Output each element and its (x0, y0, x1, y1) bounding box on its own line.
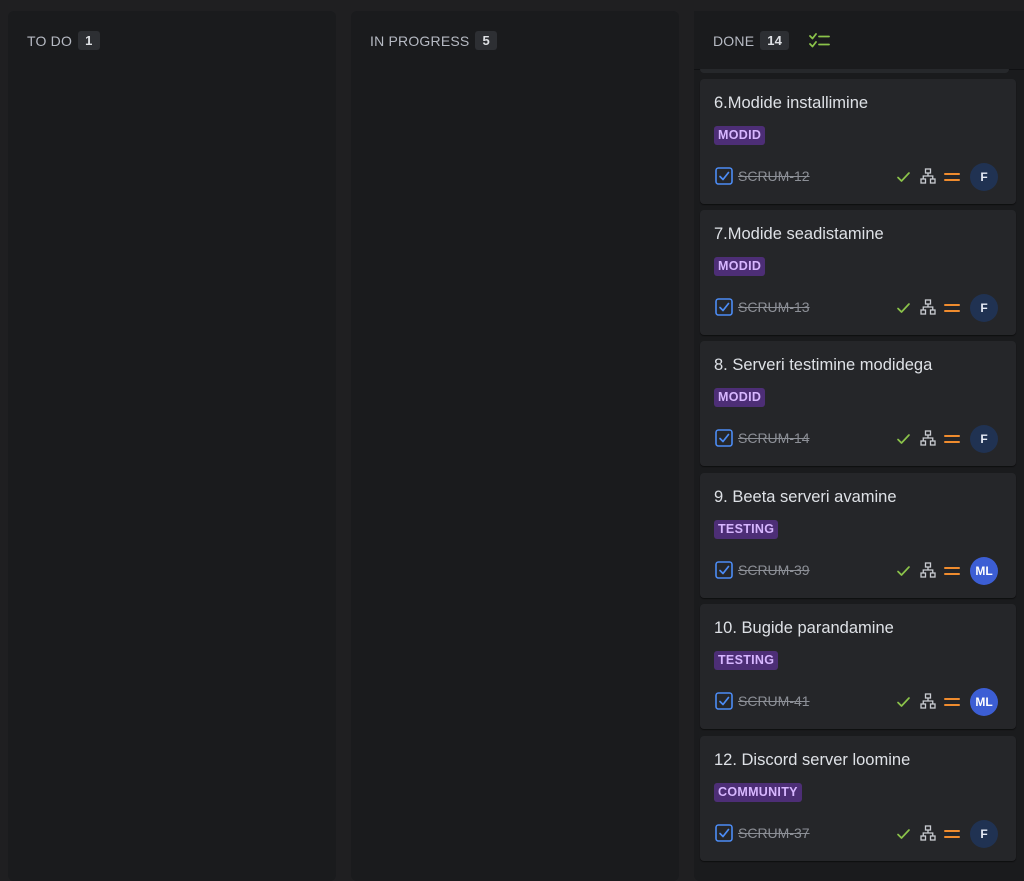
priority-medium-icon (944, 698, 960, 706)
issue-key[interactable]: SCRUM-12 (738, 168, 810, 184)
card-title: 12. Discord server loomine (714, 751, 911, 769)
issue-count-badge: 1 (78, 31, 100, 50)
task-type-icon (715, 429, 733, 447)
card-title: 10. Bugide parandamine (714, 619, 894, 637)
card-footer: SCRUM-41 ML (714, 688, 1002, 716)
hierarchy-icon[interactable] (920, 562, 936, 578)
done-check-icon (897, 434, 910, 444)
done-check-icon (897, 697, 910, 707)
issue-key[interactable]: SCRUM-39 (738, 562, 810, 578)
column-title: TO DO (27, 32, 73, 49)
assignee-avatar[interactable]: F (970, 425, 998, 453)
label-badge: TESTING (714, 651, 779, 670)
done-checklist-icon (809, 32, 831, 50)
hierarchy-icon[interactable] (920, 825, 936, 841)
card-footer: SCRUM-14 F (714, 425, 1002, 453)
column-header-todo[interactable]: TO DO 1 (27, 31, 100, 50)
column-in-progress: IN PROGRESS 5 (351, 11, 679, 881)
issue-key[interactable]: SCRUM-41 (738, 693, 810, 709)
card-title: 6.Modide installimine (714, 94, 869, 112)
card-footer: SCRUM-13 F (714, 294, 1002, 322)
hierarchy-icon[interactable] (920, 168, 936, 184)
assignee-avatar[interactable]: ML (970, 557, 998, 585)
issue-key[interactable]: SCRUM-13 (738, 299, 810, 315)
issue-card[interactable]: 12. Discord server loomine COMMUNITY SCR… (700, 736, 1016, 861)
issue-card[interactable]: 6.Modide installimine MODID SCRUM-12 F (700, 79, 1016, 204)
label-badge: COMMUNITY (714, 783, 802, 802)
hierarchy-icon[interactable] (920, 430, 936, 446)
column-title: DONE (713, 32, 755, 49)
column-header-in-progress[interactable]: IN PROGRESS 5 (370, 31, 497, 50)
card-footer: SCRUM-12 F (714, 163, 1002, 191)
column-title: IN PROGRESS (370, 32, 470, 49)
priority-medium-icon (944, 830, 960, 838)
task-type-icon (715, 692, 733, 710)
issue-card[interactable]: 8. Serveri testimine modidega MODID SCRU… (700, 341, 1016, 466)
assignee-avatar[interactable]: ML (970, 688, 998, 716)
assignee-avatar[interactable]: F (970, 163, 998, 191)
column-header-done[interactable]: DONE 14 (713, 31, 831, 50)
task-type-icon (715, 561, 733, 579)
label-badge: MODID (714, 388, 766, 407)
done-check-icon (897, 829, 910, 839)
card-edge-partial (700, 69, 1009, 73)
column-todo: TO DO 1 (8, 11, 336, 881)
label-badge: TESTING (714, 520, 779, 539)
task-type-icon (715, 167, 733, 185)
done-check-icon (897, 303, 910, 313)
issue-count-badge: 5 (475, 31, 497, 50)
hierarchy-icon[interactable] (920, 693, 936, 709)
task-type-icon (715, 824, 733, 842)
priority-medium-icon (944, 304, 960, 312)
card-footer: SCRUM-37 F (714, 820, 1002, 848)
assignee-avatar[interactable]: F (970, 820, 998, 848)
card-footer: SCRUM-39 ML (714, 557, 1002, 585)
issue-card[interactable]: 10. Bugide parandamine TESTING SCRUM-41 … (700, 604, 1016, 729)
task-type-icon (715, 298, 733, 316)
done-check-icon (897, 172, 910, 182)
card-title: 8. Serveri testimine modidega (714, 356, 933, 374)
card-title: 7.Modide seadistamine (714, 225, 884, 243)
label-badge: MODID (714, 126, 766, 145)
priority-medium-icon (944, 435, 960, 443)
priority-medium-icon (944, 173, 960, 181)
issue-card[interactable]: 7.Modide seadistamine MODID SCRUM-13 F (700, 210, 1016, 335)
label-badge: MODID (714, 257, 766, 276)
priority-medium-icon (944, 567, 960, 575)
hierarchy-icon[interactable] (920, 299, 936, 315)
issue-key[interactable]: SCRUM-14 (738, 430, 810, 446)
card-title: 9. Beeta serveri avamine (714, 488, 897, 506)
issue-card[interactable]: 9. Beeta serveri avamine TESTING SCRUM-3… (700, 473, 1016, 598)
done-check-icon (897, 566, 910, 576)
issue-key[interactable]: SCRUM-37 (738, 825, 810, 841)
issue-count-badge: 14 (760, 31, 790, 50)
assignee-avatar[interactable]: F (970, 294, 998, 322)
